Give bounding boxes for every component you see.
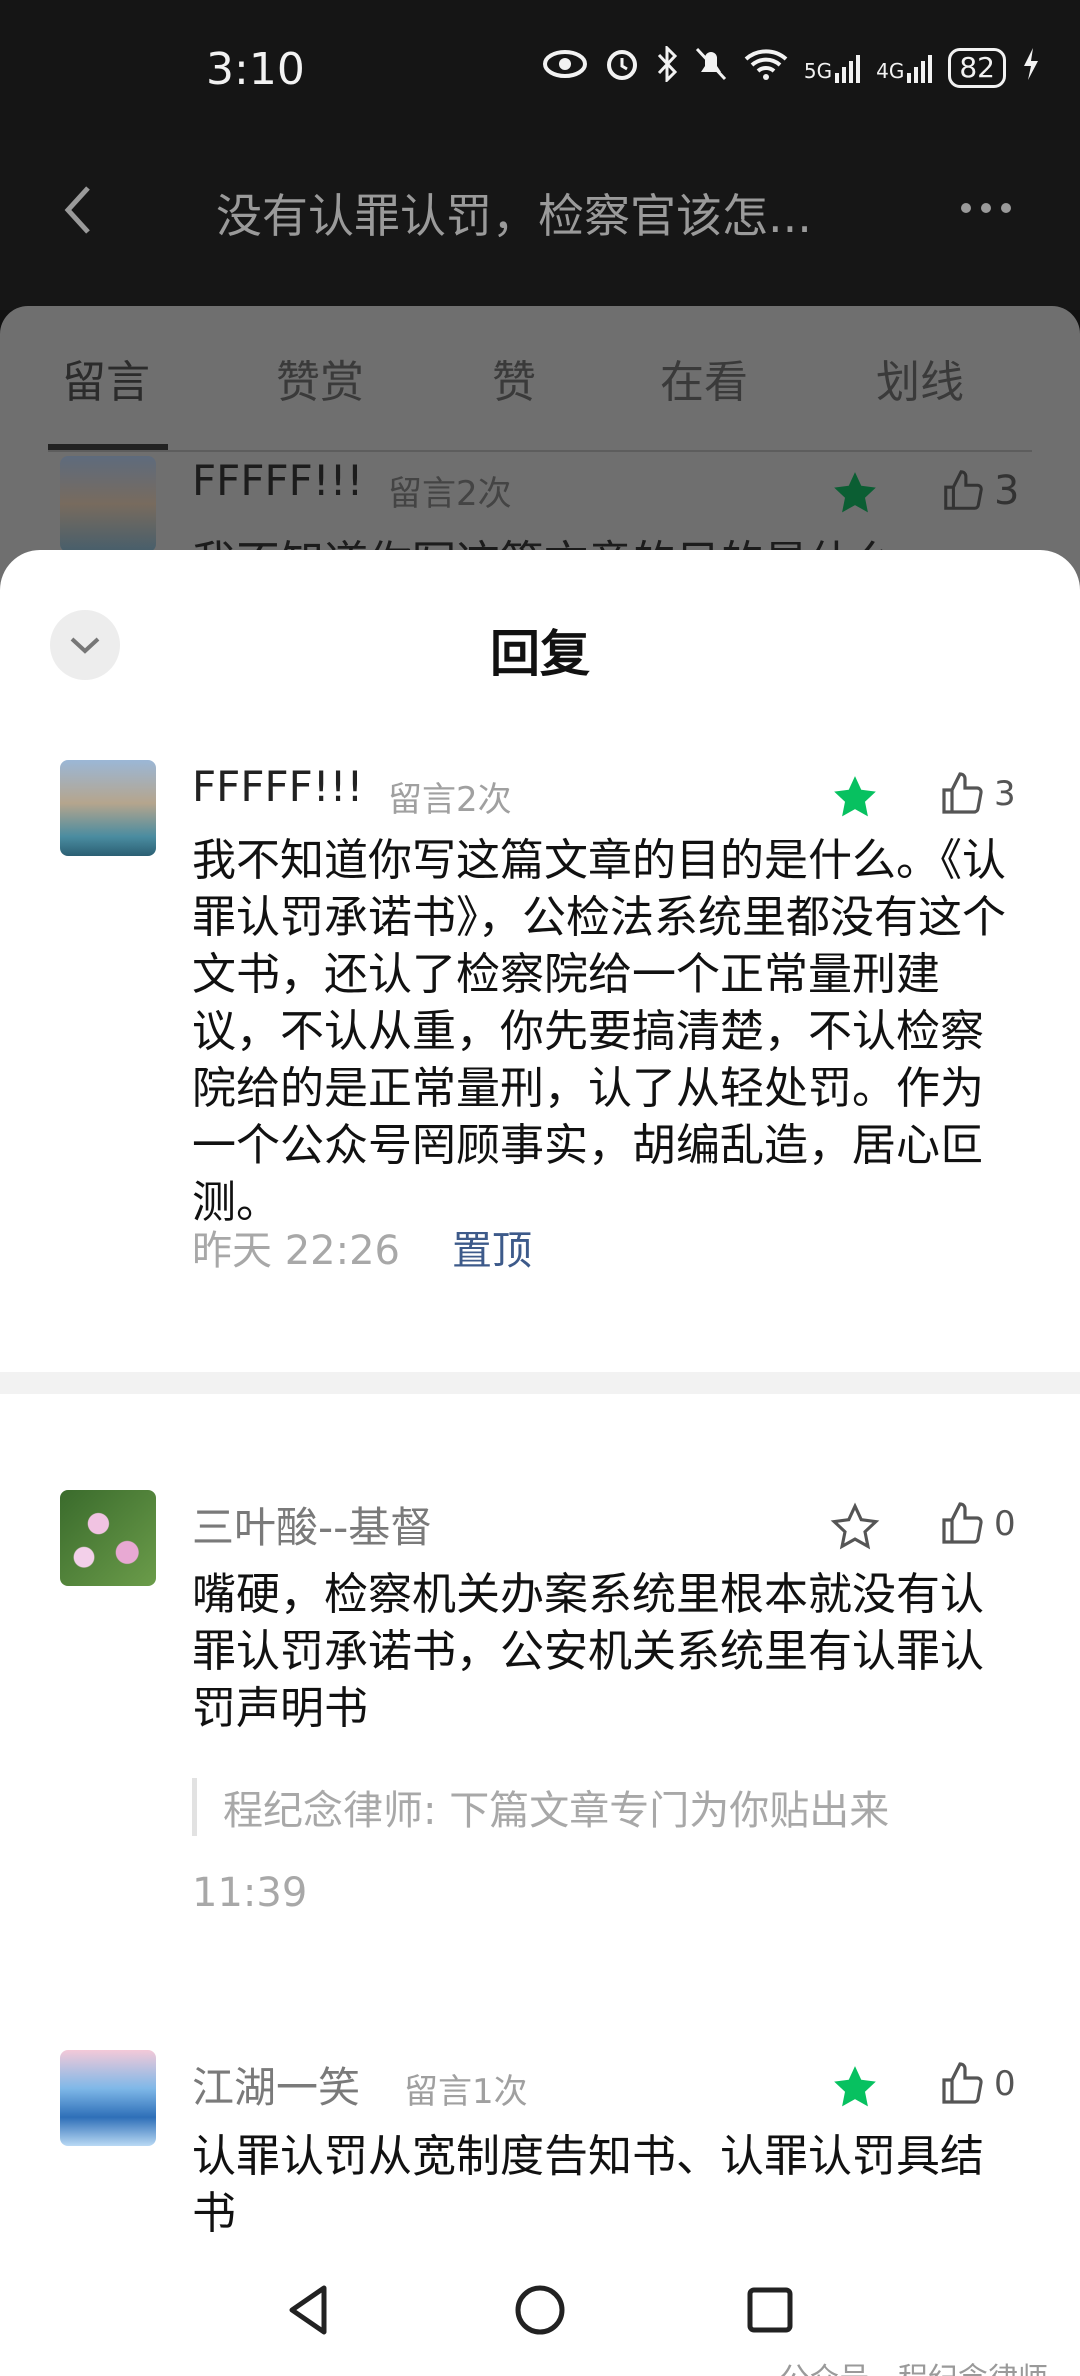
- comment-count-badge: 留言2次: [388, 780, 512, 820]
- commenter-name[interactable]: FFFFF!!!: [192, 762, 363, 811]
- reply-sheet: 回复 FFFFF!!! 留言2次 3 我不知道你写这篇文章的目的是什么。《认罪认…: [0, 550, 1080, 2376]
- comment-tabs: 留言 赞赏 赞 在看 划线: [0, 346, 1080, 416]
- avatar: [60, 456, 156, 552]
- more-button[interactable]: [958, 180, 1014, 226]
- comment-content: 我不知道你写这篇文章的目的是什么。《认罪认罚承诺书》，公检法系统里都没有这个文书…: [192, 835, 1006, 1228]
- nav-home-button[interactable]: [510, 2280, 570, 2340]
- commenter-name[interactable]: 江湖一笑: [192, 2054, 360, 2115]
- tab-divider: [48, 450, 1032, 452]
- tab-rewards[interactable]: 赞赏: [276, 346, 364, 410]
- pin-button[interactable]: 置顶: [452, 1218, 532, 1276]
- status-time: 3:10: [206, 44, 305, 95]
- star-icon[interactable]: [830, 772, 880, 822]
- tab-comments[interactable]: 留言: [62, 346, 150, 410]
- like-button[interactable]: 3: [938, 770, 1016, 818]
- comment-time: 昨天 22:26: [192, 1228, 400, 1274]
- watermark: 公众号 · 程纪念律师: [779, 2354, 1048, 2376]
- like-count: 3: [994, 774, 1016, 814]
- thumbs-up-icon: [944, 470, 983, 510]
- mute-icon: [694, 46, 728, 90]
- nav-back-button[interactable]: [280, 2280, 340, 2340]
- avatar[interactable]: [60, 760, 156, 856]
- square-recents-icon: [747, 2287, 793, 2333]
- comment-time: 11:39: [192, 1870, 308, 1916]
- like-count: 0: [994, 2064, 1016, 2104]
- comment-content: 嘴硬，检察机关办案系统里根本就没有认罪认罚承诺书，公安机关系统里有认罪认罚声明书: [192, 1569, 984, 1734]
- back-button[interactable]: [58, 180, 98, 240]
- comment-count-badge: 留言2次: [388, 474, 512, 514]
- avatar[interactable]: [60, 2050, 156, 2146]
- triangle-back-icon: [289, 2285, 327, 2335]
- more-dots-icon: [961, 203, 1011, 213]
- article-title: 没有认罪认罚，检察官该怎...: [216, 189, 812, 243]
- signal-4g-icon: 4G: [876, 53, 933, 83]
- bluetooth-icon: [656, 44, 678, 90]
- tab-wow[interactable]: 在看: [660, 346, 748, 410]
- status-icons: 5G 4G 82: [542, 44, 1040, 90]
- like-button[interactable]: 0: [938, 1500, 1016, 1548]
- comment-content: 认罪认罚从宽制度告知书、认罪认罚具结书: [192, 2131, 984, 2239]
- nav-recents-button[interactable]: [740, 2280, 800, 2340]
- thumbs-up-icon: [942, 1502, 983, 1544]
- like-count: 0: [994, 1504, 1016, 1544]
- thumbs-up-icon: [942, 2062, 983, 2104]
- status-bar: 3:10 5G 4G 82: [0, 0, 1080, 140]
- thumbs-up-icon: [942, 772, 983, 814]
- wifi-icon: [744, 47, 788, 89]
- commenter-name[interactable]: 三叶酸--基督: [192, 1494, 432, 1555]
- avatar[interactable]: [60, 1490, 156, 1586]
- like-button: 3: [940, 468, 1019, 514]
- battery-indicator: 82: [948, 48, 1006, 88]
- chevron-left-icon: [64, 186, 90, 234]
- author-reply: 程纪念律师: 下篇文章专门为你贴出来: [192, 1778, 1022, 1836]
- alarm-icon: [604, 46, 640, 90]
- section-separator: [0, 1372, 1080, 1394]
- charging-icon: [1022, 47, 1040, 89]
- star-icon: [830, 468, 880, 530]
- comment-count-badge: 留言1次: [404, 2072, 528, 2112]
- eye-icon: [542, 49, 588, 87]
- sheet-title: 回复: [490, 625, 590, 683]
- circle-home-icon: [515, 2285, 565, 2335]
- commenter-name: FFFFF!!!: [192, 456, 364, 505]
- article-header: 没有认罪认罚，检察官该怎...: [0, 140, 1080, 310]
- tab-likes[interactable]: 赞: [492, 346, 536, 410]
- star-outline-icon[interactable]: [830, 1502, 880, 1552]
- signal-5g-icon: 5G: [804, 53, 861, 83]
- tab-highlights[interactable]: 划线: [876, 346, 964, 410]
- like-button[interactable]: 0: [938, 2060, 1016, 2108]
- star-icon[interactable]: [830, 2062, 880, 2112]
